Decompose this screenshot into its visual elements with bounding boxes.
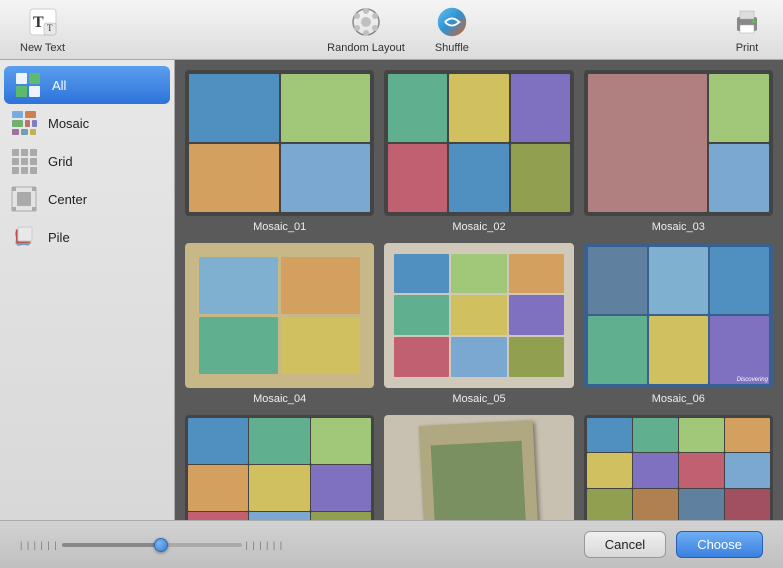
zoom-slider[interactable] [62,543,242,547]
list-item[interactable]: Discovering Mosaic_06 [584,243,773,406]
print-label: Print [736,42,759,54]
mosaic-06-label: Mosaic_06 [652,393,705,405]
shuffle-icon [436,6,468,38]
list-item[interactable]: Mosaic_05 [384,243,573,406]
new-text-label: New Text [20,42,65,54]
mosaic-04-label: Mosaic_04 [253,393,306,405]
sidebar-item-mosaic[interactable]: Mosaic [0,104,174,142]
svg-text:T: T [33,14,44,31]
all-icon [14,71,42,99]
sidebar-item-center[interactable]: Center [0,180,174,218]
mosaic-03-label: Mosaic_03 [652,221,705,233]
mosaic-01-label: Mosaic_01 [253,221,306,233]
shuffle-label: Shuffle [435,42,469,54]
print-icon [731,6,763,38]
mosaic-09-thumb [584,415,773,520]
mosaic-05-thumb [384,243,573,389]
layout-grid: Mosaic_01 Mosaic_02 [185,70,773,520]
sidebar-item-pile[interactable]: Pile [0,218,174,256]
sidebar-all-label: All [52,78,66,93]
cancel-button[interactable]: Cancel [584,531,666,558]
list-item[interactable]: Mosaic_08 [384,415,573,520]
list-item[interactable]: Mosaic_01 [185,70,374,233]
list-item[interactable]: Mosaic_07 [185,415,374,520]
mosaic-07-thumb [185,415,374,520]
random-layout-tool[interactable]: Random Layout [327,6,405,54]
sidebar-center-label: Center [48,192,87,207]
sidebar-mosaic-label: Mosaic [48,116,89,131]
slider-ticks-left: | | | | | | [20,540,58,550]
list-item[interactable]: Mosaic_03 [584,70,773,233]
sidebar-item-grid[interactable]: Grid [0,142,174,180]
grid-sidebar-icon [10,147,38,175]
list-item[interactable]: Mosaic_09 [584,415,773,520]
mosaic-04-thumb [185,243,374,389]
content-area[interactable]: Mosaic_01 Mosaic_02 [175,60,783,520]
mosaic-02-thumb [384,70,573,216]
footer: | | | | | | | | | | | | Cancel Choose [0,520,783,568]
pile-sidebar-icon [10,223,38,251]
sidebar: All Mosaic [0,60,175,520]
slider-ticks-right: | | | | | | [246,540,284,550]
mosaic-01-thumb [185,70,374,216]
mosaic-sidebar-icon [10,109,38,137]
new-text-tool[interactable]: T T New Text [20,6,65,54]
svg-text:T: T [47,23,53,33]
mosaic-03-thumb [584,70,773,216]
mosaic-02-label: Mosaic_02 [452,221,505,233]
mosaic-06-thumb: Discovering [584,243,773,389]
sidebar-pile-label: Pile [48,230,70,245]
mosaic-05-label: Mosaic_05 [452,393,505,405]
new-text-icon: T T [27,6,59,38]
random-layout-label: Random Layout [327,42,405,54]
footer-buttons: Cancel Choose [584,531,763,558]
center-sidebar-icon [10,185,38,213]
list-item[interactable]: Mosaic_04 [185,243,374,406]
toolbar: T T New Text Random Layout [0,0,783,60]
list-item[interactable]: Mosaic_02 [384,70,573,233]
main-area: All Mosaic [0,60,783,520]
choose-button[interactable]: Choose [676,531,763,558]
zoom-slider-container: | | | | | | | | | | | | [20,540,283,550]
sidebar-item-all[interactable]: All [4,66,170,104]
shuffle-tool[interactable]: Shuffle [435,6,469,54]
slider-thumb[interactable] [154,538,168,552]
print-tool[interactable]: Print [731,6,763,54]
mosaic-08-thumb [384,415,573,520]
slider-fill [62,543,161,547]
random-layout-icon [350,6,382,38]
sidebar-grid-label: Grid [48,154,73,169]
